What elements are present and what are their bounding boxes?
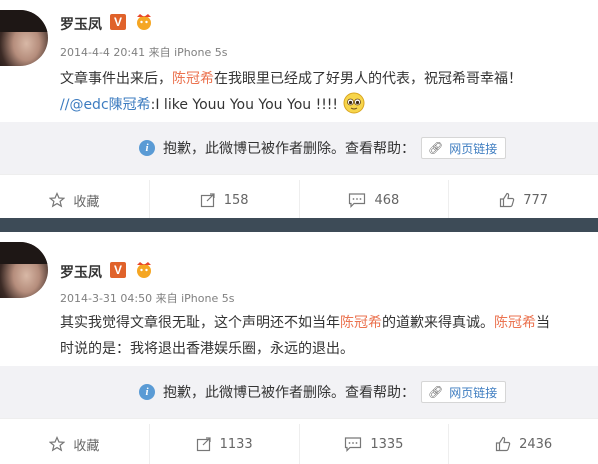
post-meta: 2014-3-31 04:50 来自 iPhone 5s <box>60 292 235 305</box>
deleted-notice-box: i 抱歉，此微博已被作者删除。查看帮助： 🔗︎ 网页链接 <box>0 366 598 418</box>
star-icon <box>49 192 66 208</box>
post-text-line: 其实我觉得文章很无耻，这个声明还不如当年陈冠希的道歉来得真诚。陈冠希当 <box>60 310 550 336</box>
action-bar: 收藏 1133 1335 2436 <box>0 424 598 464</box>
weibo-post-2: 罗玉凤 V 2014-3-31 04:50 来自 iPhone 5s 其实我觉得… <box>0 232 598 464</box>
repost-text: :I like Youu You You You !!!! <box>150 97 339 113</box>
post-divider <box>0 218 598 232</box>
web-link-button[interactable]: 🔗︎ 网页链接 <box>421 137 507 159</box>
info-icon: i <box>139 384 155 400</box>
repost-icon <box>200 193 215 208</box>
star-icon <box>49 436 66 452</box>
comment-icon <box>349 193 366 208</box>
post-text: 在我眼里已经成了好男人的代表，祝冠希哥幸福！ <box>214 71 522 87</box>
info-icon: i <box>139 140 155 156</box>
repost-icon <box>196 437 211 452</box>
author-name[interactable]: 罗玉凤 <box>60 262 102 282</box>
blush-emoji-icon <box>343 92 364 114</box>
link-icon: 🔗︎ <box>428 385 444 399</box>
mention-link[interactable]: 陈冠希 <box>494 315 536 331</box>
post-text: 当 <box>536 315 550 331</box>
like-button[interactable]: 2436 <box>449 424 598 464</box>
web-link-label: 网页链接 <box>449 141 498 156</box>
weibo-post-1: 罗玉凤 V 2014-4-4 20:41 来自 iPhone 5s 文章事件出来… <box>0 0 598 220</box>
post-text: 时说的是：我将退出香港娱乐圈，永远的退出。 <box>60 341 354 357</box>
verified-icon: V <box>110 14 126 30</box>
thumbs-up-icon <box>500 192 515 208</box>
post-text: 文章事件出来后， <box>60 71 172 87</box>
post-meta: 2014-4-4 20:41 来自 iPhone 5s <box>60 46 228 59</box>
comment-button[interactable]: 1335 <box>300 424 450 464</box>
action-bar: 收藏 158 468 777 <box>0 180 598 220</box>
repost-count: 1133 <box>219 436 253 452</box>
post-text-line: 文章事件出来后，陈冠希在我眼里已经成了好男人的代表，祝冠希哥幸福！ <box>60 66 522 92</box>
mention-link[interactable]: 陈冠希 <box>172 71 214 87</box>
avatar[interactable] <box>0 10 48 66</box>
favorite-label: 收藏 <box>73 194 100 210</box>
post-text-line: 时说的是：我将退出香港娱乐圈，永远的退出。 <box>60 336 354 362</box>
repost-text-line: //@edc陳冠希:I like Youu You You You !!!! <box>60 92 365 118</box>
web-link-label: 网页链接 <box>449 385 498 400</box>
web-link-button[interactable]: 🔗︎ 网页链接 <box>421 381 507 403</box>
like-button[interactable]: 777 <box>449 180 598 220</box>
comment-icon <box>345 437 362 452</box>
member-crown-icon <box>137 262 151 278</box>
favorite-label: 收藏 <box>73 438 100 454</box>
verified-icon: V <box>110 262 126 278</box>
comment-button[interactable]: 468 <box>300 180 450 220</box>
repost-button[interactable]: 1133 <box>150 424 300 464</box>
deleted-notice-text: 抱歉，此微博已被作者删除。查看帮助： <box>163 141 415 157</box>
repost-count: 158 <box>223 192 249 208</box>
post-text: 的道歉来得真诚。 <box>382 315 494 331</box>
link-icon: 🔗︎ <box>428 141 444 155</box>
repost-button[interactable]: 158 <box>150 180 300 220</box>
like-count: 777 <box>523 192 549 208</box>
member-crown-icon <box>137 14 151 30</box>
post-text: 其实我觉得文章很无耻，这个声明还不如当年 <box>60 315 340 331</box>
like-count: 2436 <box>519 436 553 452</box>
favorite-button[interactable]: 收藏 <box>0 180 150 220</box>
deleted-notice-text: 抱歉，此微博已被作者删除。查看帮助： <box>163 385 415 401</box>
user-mention-link[interactable]: @edc陳冠希 <box>69 97 150 113</box>
deleted-notice-box: i 抱歉，此微博已被作者删除。查看帮助： 🔗︎ 网页链接 <box>0 122 598 174</box>
comment-count: 1335 <box>370 436 404 452</box>
mention-link[interactable]: 陈冠希 <box>340 315 382 331</box>
thumbs-up-icon <box>495 436 511 452</box>
author-name[interactable]: 罗玉凤 <box>60 14 102 34</box>
comment-count: 468 <box>374 192 400 208</box>
avatar[interactable] <box>0 242 48 298</box>
favorite-button[interactable]: 收藏 <box>0 424 150 464</box>
